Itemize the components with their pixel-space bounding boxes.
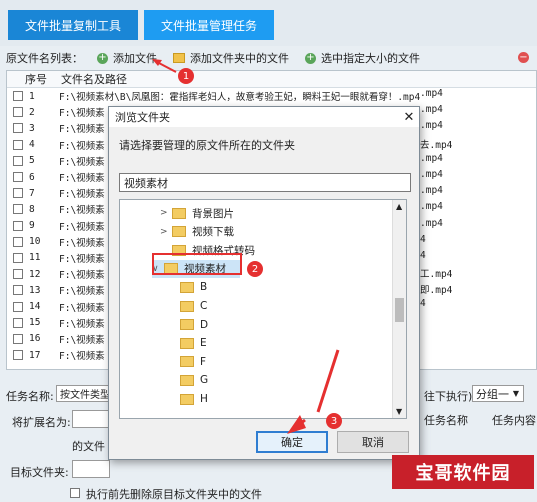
- watermark-logo: 宝哥软件园: [392, 455, 534, 489]
- annotation-badge-3: 3: [326, 413, 342, 429]
- annotation-badge-1: 1: [178, 68, 194, 84]
- annotation-badge-2: 2: [247, 261, 263, 277]
- arrow-line-1: [156, 61, 177, 73]
- arrow-line-3: [316, 349, 340, 413]
- annotation-arrows: [152, 59, 340, 434]
- arrow-head-3: [287, 415, 306, 434]
